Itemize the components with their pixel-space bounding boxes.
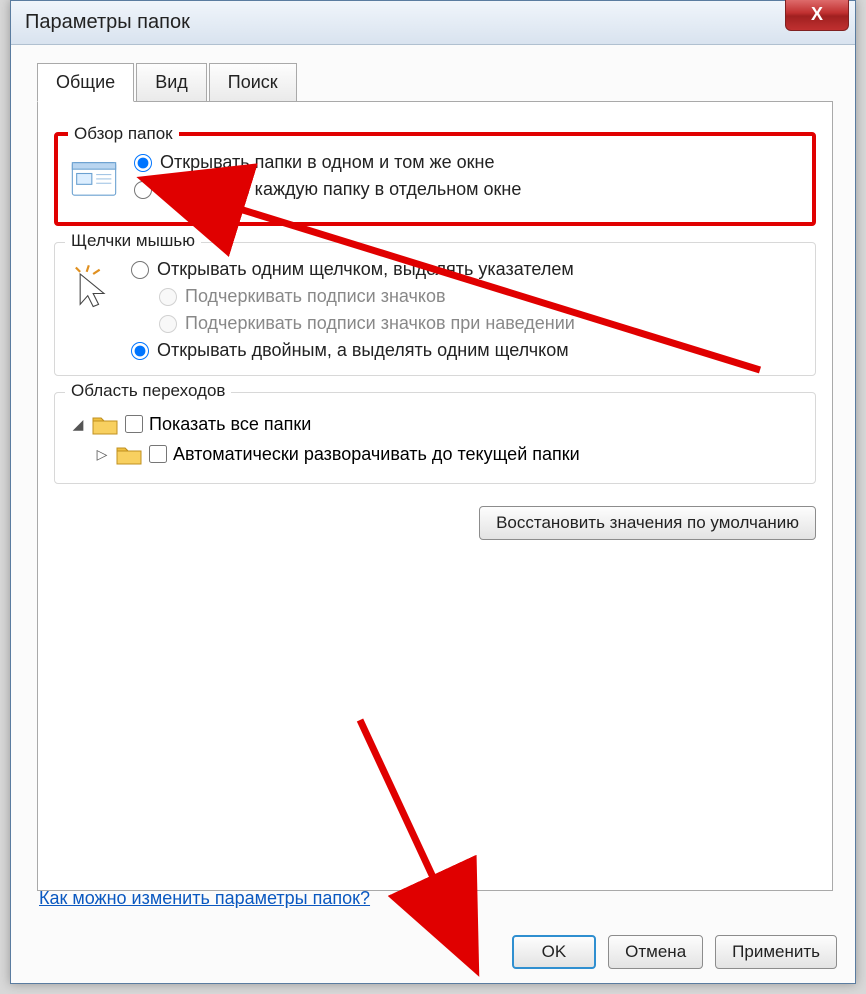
navigation-pane-group: Область переходов ◢ Показать все папки ▷ [54,392,816,484]
browse-legend: Обзор папок [68,124,179,144]
label-auto-expand: Автоматически разворачивать до текущей п… [173,444,580,465]
help-link[interactable]: Как можно изменить параметры папок? [39,888,370,909]
tab-strip: Общие Вид Поиск [37,63,833,102]
dialog-content: Общие Вид Поиск Обзор папок [11,45,855,983]
radio-single-click[interactable] [131,261,149,279]
checkbox-show-all-folders[interactable] [125,415,143,433]
browse-folders-icon [66,152,122,208]
label-same-window: Открывать папки в одном и том же окне [160,152,495,173]
click-behavior-group: Щелчки мышью Открывать одним щ [54,242,816,376]
tree-expand-icon[interactable]: ▷ [95,446,109,463]
tab-search[interactable]: Поиск [209,63,297,102]
label-underline-always: Подчеркивать подписи значков [185,286,446,307]
restore-defaults-button[interactable]: Восстановить значения по умолчанию [479,506,816,540]
checkbox-auto-expand[interactable] [149,445,167,463]
cancel-button[interactable]: Отмена [608,935,703,969]
tree-row-auto-expand: ▷ Автоматически разворачивать до текущей… [63,439,807,469]
radio-underline-hover [159,315,177,333]
browse-folders-group: Обзор папок [54,132,816,226]
radio-double-click[interactable] [131,342,149,360]
tab-view[interactable]: Вид [136,63,207,102]
label-underline-hover: Подчеркивать подписи значков при наведен… [185,313,575,334]
label-double-click: Открывать двойным, а выделять одним щелч… [157,340,569,361]
tree-row-show-all: ◢ Показать все папки [63,409,807,439]
close-icon: X [811,4,823,25]
radio-new-window[interactable] [134,181,152,199]
label-show-all-folders: Показать все папки [149,414,311,435]
tab-general[interactable]: Общие [37,63,134,102]
label-single-click: Открывать одним щелчком, выделять указат… [157,259,574,280]
radio-underline-always [159,288,177,306]
folder-icon [115,442,143,466]
tab-panel-general: Обзор папок [37,101,833,891]
title-bar: Параметры папок X [11,1,855,45]
ok-button[interactable]: OK [512,935,597,969]
dialog-button-row: OK Отмена Применить [512,935,837,969]
navpane-legend: Область переходов [65,381,231,401]
window-title: Параметры папок [19,11,190,34]
cursor-click-icon [63,259,119,315]
tree-collapse-icon[interactable]: ◢ [71,416,85,433]
radio-same-window[interactable] [134,154,152,172]
folder-options-dialog: Параметры папок X Общие Вид Поиск Обзор … [10,0,856,984]
close-button[interactable]: X [785,0,849,31]
clicks-legend: Щелчки мышью [65,231,201,251]
folder-icon [91,412,119,436]
label-new-window: Открывать каждую папку в отдельном окне [160,179,521,200]
apply-button[interactable]: Применить [715,935,837,969]
